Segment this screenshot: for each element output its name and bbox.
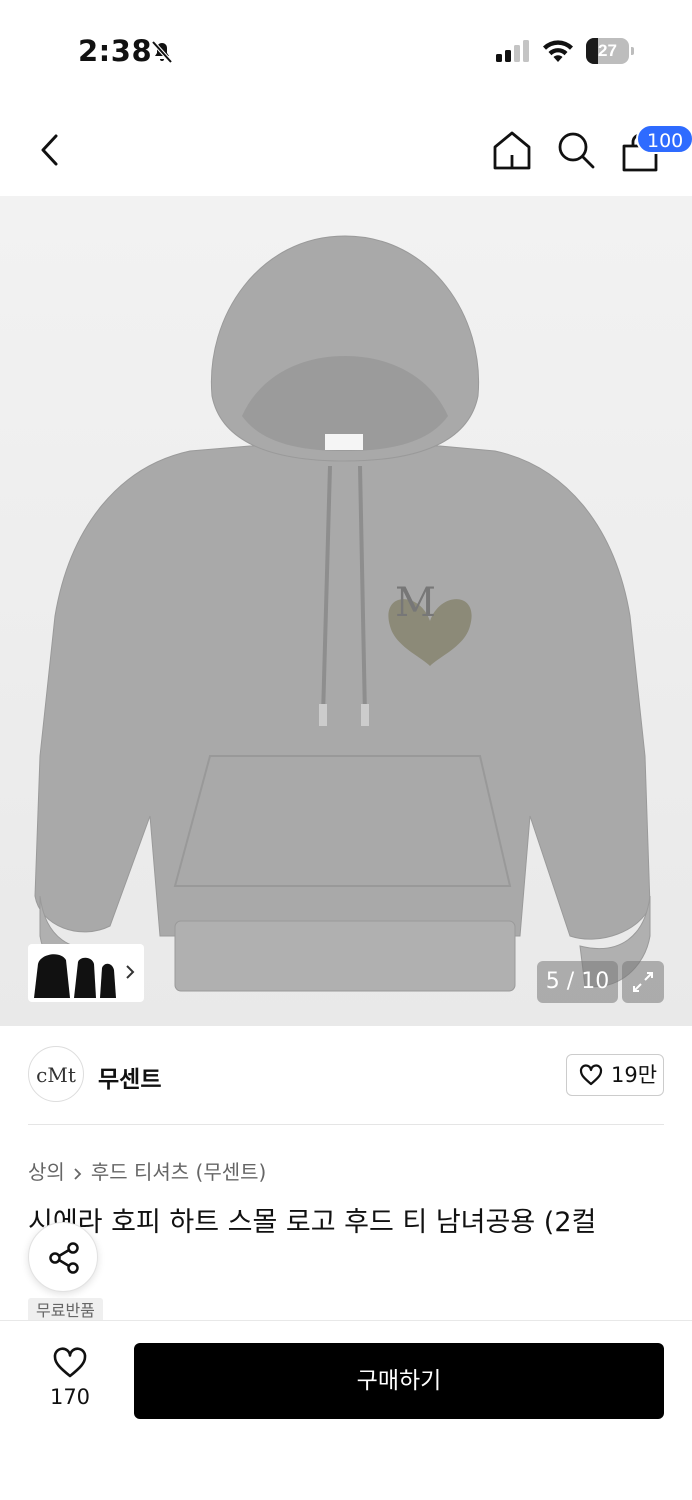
breadcrumb: 상의 후드 티셔츠 (무센트) — [28, 1156, 266, 1185]
breadcrumb-subcategory[interactable]: 후드 티셔츠 (무센트) — [91, 1160, 267, 1184]
wishlist-count: 170 — [49, 1385, 91, 1409]
expand-icon — [633, 972, 653, 992]
chevron-right-icon — [126, 965, 135, 979]
status-time: 2:38 — [78, 34, 153, 68]
battery-icon: 27 — [586, 38, 634, 64]
brand-like-button[interactable]: 19만 — [566, 1054, 664, 1096]
product-image-gallery[interactable]: M 5 / 10 — [0, 196, 692, 1026]
chevron-right-icon — [74, 1167, 82, 1180]
back-icon[interactable] — [32, 130, 68, 170]
wifi-icon — [543, 40, 573, 62]
brand-name[interactable]: 무센트 — [98, 1060, 161, 1094]
brand-row: cMt 무센트 19만 — [28, 1046, 664, 1106]
brand-logo[interactable]: cMt — [28, 1046, 84, 1102]
image-counter: 5 / 10 — [537, 961, 618, 1003]
buy-button[interactable]: 구매하기 — [134, 1343, 664, 1419]
share-icon — [49, 1242, 79, 1274]
expand-button[interactable] — [622, 961, 664, 1003]
divider — [28, 1124, 664, 1125]
signal-icon — [496, 40, 529, 62]
search-icon[interactable] — [554, 128, 598, 172]
bell-slash-icon — [151, 40, 173, 64]
cart-count-badge: 100 — [636, 124, 692, 154]
heart-icon — [53, 1347, 87, 1378]
thumbnail-strip[interactable] — [28, 944, 144, 1002]
hoodie-image: M — [34, 235, 651, 992]
brand-like-count: 19만 — [611, 1063, 658, 1087]
top-nav: 100 — [0, 110, 692, 190]
breadcrumb-category[interactable]: 상의 — [28, 1160, 65, 1184]
svg-text:M: M — [395, 580, 436, 626]
wishlist-button[interactable]: 170 — [36, 1347, 104, 1417]
thumbnail-image — [34, 954, 116, 998]
share-button[interactable] — [28, 1222, 98, 1292]
bottom-action-bar: 170 구매하기 — [0, 1320, 692, 1500]
status-bar: 2:38 27 — [0, 0, 692, 100]
home-icon[interactable] — [490, 128, 534, 172]
heart-icon — [579, 1064, 603, 1086]
product-title: 시에라 호피 하트 스몰 로고 후드 티 남녀공용 (2컬 — [28, 1207, 597, 1238]
battery-level: 27 — [598, 41, 617, 60]
